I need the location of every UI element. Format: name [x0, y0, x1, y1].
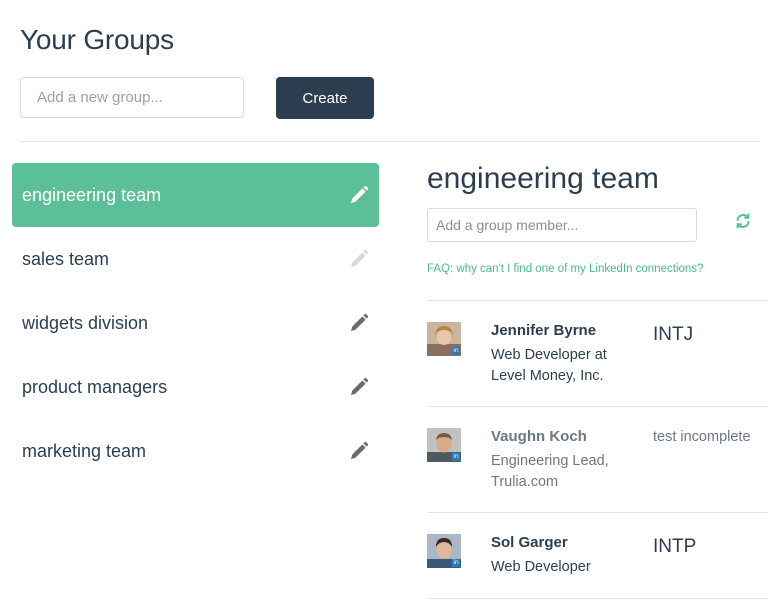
group-detail-title: engineering team: [427, 162, 659, 195]
group-name: engineering team: [22, 184, 162, 205]
member-personality-type: INTP: [653, 536, 697, 557]
avatar: in: [427, 534, 461, 568]
group-name: sales team: [22, 248, 110, 269]
member-name: Jennifer Byrne: [491, 322, 597, 339]
avatar: in: [427, 322, 461, 356]
group-item-engineering-team[interactable]: engineering team: [12, 163, 379, 227]
group-item-sales-team[interactable]: sales team: [12, 227, 379, 291]
member-name: Sol Garger: [491, 534, 568, 551]
divider: [427, 300, 768, 301]
group-list: engineering team sales team widgets divi…: [12, 163, 379, 483]
divider: [20, 141, 760, 142]
member-row[interactable]: in Vaughn Koch Engineering Lead, Trulia.…: [427, 428, 768, 498]
create-button[interactable]: Create: [276, 77, 374, 119]
member-personality-type: INTJ: [653, 324, 694, 345]
pencil-icon[interactable]: [349, 441, 369, 461]
pencil-icon[interactable]: [349, 185, 369, 205]
group-item-product-managers[interactable]: product managers: [12, 355, 379, 419]
add-member-input[interactable]: [427, 208, 697, 242]
avatar: in: [427, 428, 461, 462]
linkedin-icon: in: [452, 453, 460, 461]
pencil-icon[interactable]: [349, 377, 369, 397]
pencil-icon[interactable]: [349, 249, 369, 269]
member-name: Vaughn Koch: [491, 428, 587, 445]
linkedin-icon: in: [452, 347, 460, 355]
group-name: marketing team: [22, 440, 147, 461]
group-name: widgets division: [22, 312, 149, 333]
refresh-icon[interactable]: [734, 212, 752, 230]
faq-link[interactable]: FAQ: why can't I find one of my LinkedIn…: [427, 263, 703, 275]
member-role: Web Developer at Level Money, Inc.: [491, 347, 607, 384]
member-row[interactable]: in Jennifer Byrne Web Developer at Level…: [427, 322, 768, 392]
member-personality-type: test incomplete: [653, 429, 751, 445]
pencil-icon[interactable]: [349, 313, 369, 333]
group-item-marketing-team[interactable]: marketing team: [12, 419, 379, 483]
divider: [427, 598, 768, 599]
member-role: Web Developer: [491, 559, 591, 575]
group-item-widgets-division[interactable]: widgets division: [12, 291, 379, 355]
member-row[interactable]: in Sol Garger Web Developer INTP: [427, 534, 768, 584]
group-name: product managers: [22, 376, 168, 397]
linkedin-icon: in: [452, 559, 460, 567]
page-title: Your Groups: [20, 24, 174, 55]
new-group-input[interactable]: [20, 77, 244, 118]
member-role: Engineering Lead, Trulia.com: [491, 453, 609, 490]
divider: [427, 512, 768, 513]
divider: [427, 406, 768, 407]
